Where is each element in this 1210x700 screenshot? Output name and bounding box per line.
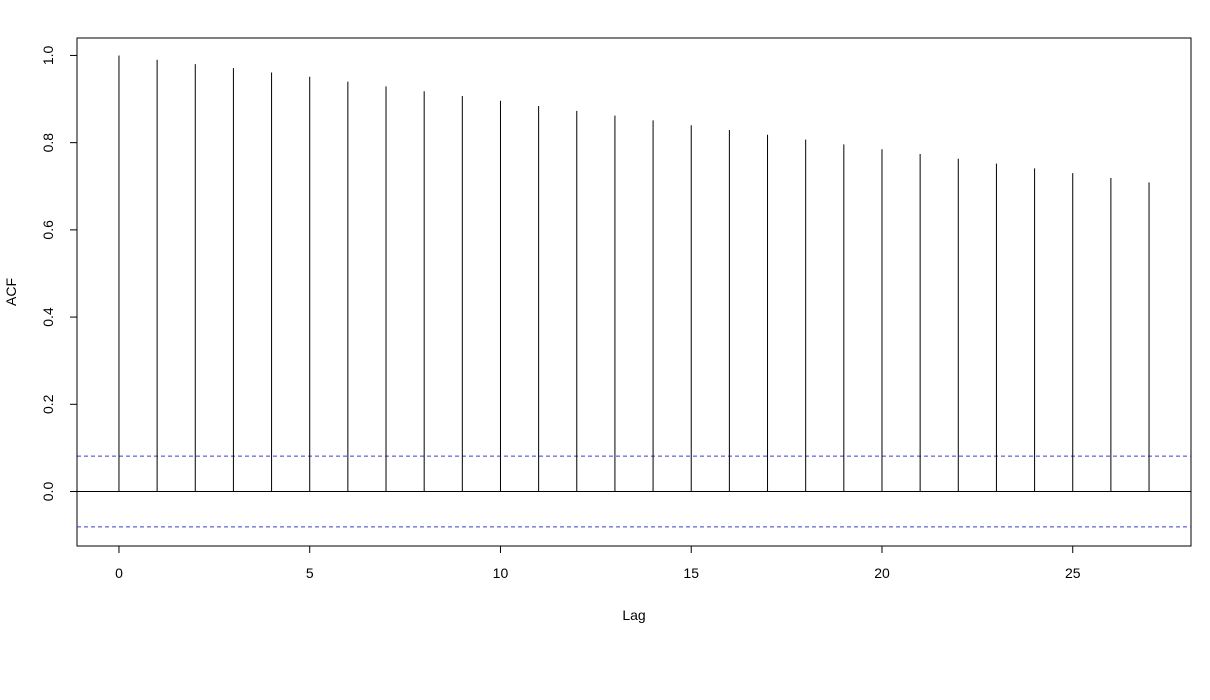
x-tick-label: 20 [874, 565, 890, 581]
x-tick-label: 0 [115, 565, 123, 581]
y-tick-label: 0.2 [40, 394, 56, 414]
y-axis-label: ACF [3, 278, 19, 306]
x-tick-label: 10 [493, 565, 509, 581]
x-axis-label: Lag [622, 607, 645, 623]
y-tick-label: 0.6 [40, 220, 56, 240]
acf-plot: 0 5 10 15 20 25 0.0 0.2 0.4 0.6 0.8 1.0 Lag ACF [3, 37, 1192, 623]
acf-bars [118, 55, 1150, 492]
y-tick-label: 0.8 [40, 133, 56, 153]
x-tick-label: 5 [306, 565, 314, 581]
x-tick-label: 25 [1065, 565, 1081, 581]
plot-frame [76, 37, 1192, 547]
y-tick-label: 0.0 [40, 482, 56, 502]
y-tick-label: 1.0 [40, 46, 56, 66]
x-tick-label: 15 [683, 565, 699, 581]
x-axis: 0 5 10 15 20 25 [115, 545, 1081, 581]
y-tick-label: 0.4 [40, 307, 56, 327]
y-axis: 0.0 0.2 0.4 0.6 0.8 1.0 [40, 46, 78, 502]
